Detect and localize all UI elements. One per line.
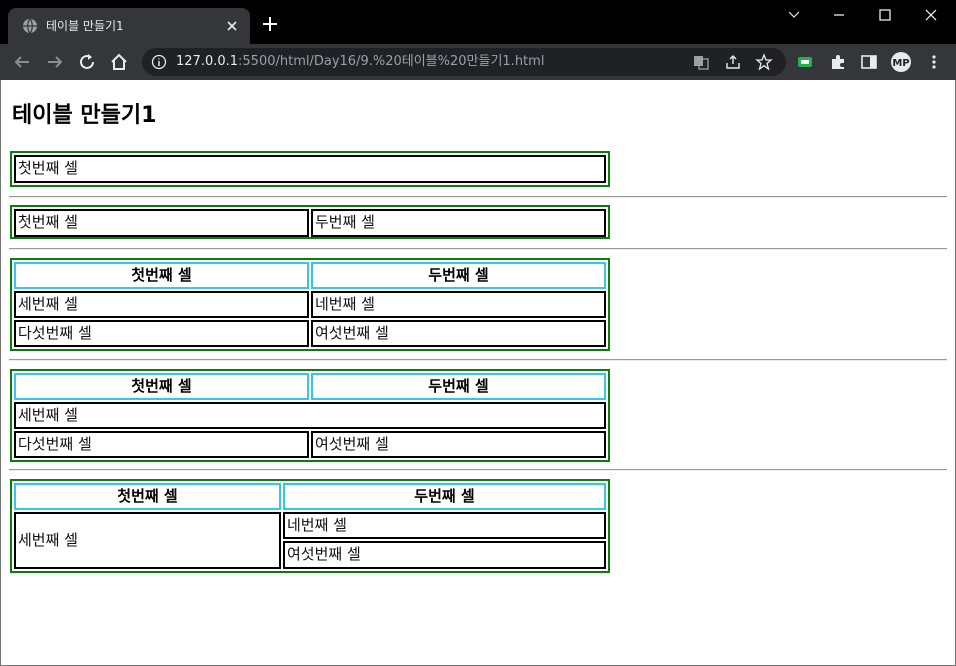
table-5: 첫번째 셀 두번째 셀 세번째 셀 네번째 셀 여섯번째 셀 (10, 479, 610, 573)
browser-tab[interactable]: 테이블 만들기1 (8, 8, 250, 44)
browser-titlebar: 테이블 만들기1 (0, 0, 956, 44)
page-viewport: 테이블 만들기1 첫번째 셀 첫번째 셀 두번째 셀 첫번째 셀 두번째 셀 세… (0, 80, 956, 666)
info-icon[interactable] (150, 53, 168, 71)
table-header-cell: 두번째 셀 (283, 483, 606, 510)
home-icon[interactable] (107, 50, 131, 74)
table-cell: 다섯번째 셀 (14, 320, 309, 347)
bookmark-star-icon[interactable] (755, 53, 773, 71)
horizontal-rule (9, 359, 947, 361)
horizontal-rule (9, 196, 947, 198)
side-panel-icon[interactable] (859, 52, 879, 72)
table-3: 첫번째 셀 두번째 셀 세번째 셀 네번째 셀 다섯번째 셀 여섯번째 셀 (10, 258, 610, 351)
browser-toolbar: 127.0.0.1:5500/html/Day16/9.%20테이블%20만들기… (0, 44, 956, 80)
table-header-cell: 첫번째 셀 (14, 483, 281, 510)
extensions-puzzle-icon[interactable] (828, 52, 848, 72)
table-header-cell: 첫번째 셀 (14, 262, 309, 289)
back-arrow-icon[interactable] (10, 50, 34, 74)
table-cell: 첫번째 셀 (14, 209, 309, 237)
reload-icon[interactable] (75, 50, 99, 74)
minimize-icon[interactable] (816, 0, 862, 30)
page-title: 테이블 만들기1 (12, 103, 157, 128)
table-cell: 다섯번째 셀 (14, 431, 309, 458)
table-cell: 첫번째 셀 (14, 155, 606, 183)
table-2: 첫번째 셀 두번째 셀 (10, 205, 610, 239)
table-cell: 여섯번째 셀 (311, 431, 606, 458)
table-cell: 여섯번째 셀 (311, 320, 606, 347)
table-header-cell: 두번째 셀 (311, 262, 606, 289)
menu-kebab-icon[interactable] (924, 52, 944, 72)
table-cell: 여섯번째 셀 (283, 541, 606, 569)
table-header-cell: 첫번째 셀 (14, 373, 309, 400)
table-cell: 두번째 셀 (311, 209, 606, 237)
forward-arrow-icon[interactable] (43, 50, 67, 74)
translate-icon[interactable] (692, 53, 710, 71)
horizontal-rule (9, 248, 947, 250)
table-cell-rowspan: 세번째 셀 (14, 512, 281, 569)
tab-search-icon[interactable] (771, 0, 817, 30)
new-tab-icon[interactable] (260, 14, 280, 34)
close-tab-icon[interactable] (222, 16, 242, 36)
address-bar[interactable]: 127.0.0.1:5500/html/Day16/9.%20테이블%20만들기… (142, 48, 786, 76)
maximize-icon[interactable] (862, 0, 908, 30)
close-window-icon[interactable] (908, 0, 954, 30)
profile-avatar-icon[interactable]: MP (890, 52, 912, 72)
table-4: 첫번째 셀 두번째 셀 세번째 셀 다섯번째 셀 여섯번째 셀 (10, 369, 610, 462)
svg-text:MP: MP (892, 58, 909, 69)
table-cell: 세번째 셀 (14, 291, 309, 318)
horizontal-rule (9, 469, 947, 471)
table-cell: 네번째 셀 (283, 512, 606, 539)
url-text[interactable]: 127.0.0.1:5500/html/Day16/9.%20테이블%20만들기… (176, 54, 544, 70)
extension-green-icon[interactable] (795, 52, 815, 72)
table-cell: 네번째 셀 (311, 291, 606, 318)
globe-icon (23, 18, 37, 34)
table-1: 첫번째 셀 (10, 151, 610, 187)
table-header-cell: 두번째 셀 (311, 373, 606, 400)
share-icon[interactable] (724, 53, 742, 71)
table-cell-colspan: 세번째 셀 (14, 402, 606, 429)
tab-title: 테이블 만들기1 (46, 19, 124, 33)
